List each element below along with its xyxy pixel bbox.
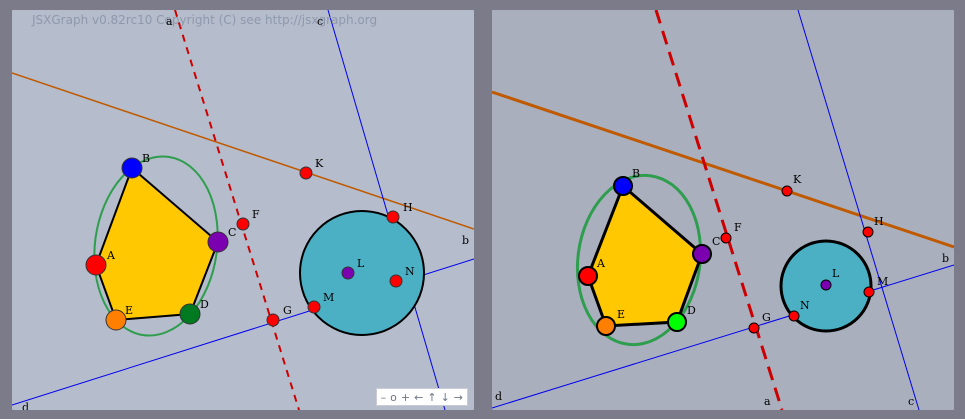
label-B: B	[142, 152, 151, 165]
point-K[interactable]	[299, 166, 313, 180]
label-K: K	[793, 173, 802, 186]
label-b: b	[462, 234, 470, 247]
line-a[interactable]	[174, 10, 300, 410]
label-a: a	[764, 395, 771, 408]
label-d: d	[495, 390, 503, 403]
left-board[interactable]: JSXGraph v0.82rc10 Copyright (C) see htt…	[12, 10, 474, 410]
label-C: C	[712, 235, 721, 248]
label-b: b	[942, 252, 950, 265]
pan-up-button[interactable]: ↑	[425, 391, 438, 404]
line-c[interactable]	[327, 10, 446, 410]
label-M: M	[323, 291, 335, 304]
label-B: B	[632, 167, 641, 180]
label-d: d	[22, 401, 30, 410]
point-B[interactable]	[121, 157, 143, 179]
point-B[interactable]	[613, 176, 633, 196]
point-A[interactable]	[578, 266, 598, 286]
point-C[interactable]	[207, 231, 229, 253]
point-G[interactable]	[748, 322, 760, 334]
label-A: A	[597, 257, 605, 270]
zoom-out-button[interactable]: –	[379, 391, 389, 404]
line-a[interactable]	[654, 10, 784, 410]
label-F: F	[252, 208, 260, 221]
label-A: A	[107, 249, 115, 262]
line-c[interactable]	[797, 10, 920, 410]
label-M: M	[877, 275, 889, 288]
label-N: N	[405, 265, 415, 278]
zoom-reset-button[interactable]: o	[388, 391, 399, 404]
label-L: L	[357, 257, 365, 270]
label-N: N	[800, 299, 810, 312]
point-D[interactable]	[667, 312, 687, 332]
label-c: c	[908, 395, 915, 408]
point-N[interactable]	[389, 274, 403, 288]
point-E[interactable]	[105, 309, 127, 331]
label-K: K	[315, 157, 324, 170]
point-E[interactable]	[596, 316, 616, 336]
point-H[interactable]	[862, 226, 874, 238]
navigation-bar: – o + ← ↑ ↓ →	[375, 388, 468, 406]
label-E: E	[617, 308, 626, 321]
label-G: G	[283, 304, 292, 317]
pan-right-button[interactable]: →	[452, 391, 465, 404]
point-C[interactable]	[692, 244, 712, 264]
label-D: D	[200, 298, 209, 311]
point-D[interactable]	[179, 303, 201, 325]
label-F: F	[734, 221, 742, 234]
point-L[interactable]	[341, 266, 355, 280]
copyright-notice: JSXGraph v0.82rc10 Copyright (C) see htt…	[32, 13, 378, 27]
label-L: L	[832, 267, 840, 280]
point-N[interactable]	[788, 310, 800, 322]
right-board[interactable]: a c b d A B C D E F G H K L M N	[492, 10, 954, 410]
point-F[interactable]	[236, 217, 250, 231]
label-G: G	[762, 311, 771, 324]
pan-down-button[interactable]: ↓	[439, 391, 452, 404]
point-M[interactable]	[863, 286, 875, 298]
label-a: a	[166, 15, 173, 28]
pentagon-polygon[interactable]	[586, 183, 704, 328]
point-G[interactable]	[266, 313, 280, 327]
label-H: H	[874, 215, 884, 228]
label-H: H	[403, 201, 413, 214]
label-c: c	[317, 15, 324, 28]
pan-left-button[interactable]: ←	[412, 391, 425, 404]
point-A[interactable]	[85, 254, 107, 276]
right-board-canvas[interactable]	[492, 10, 954, 410]
label-E: E	[125, 304, 134, 317]
label-C: C	[228, 226, 237, 239]
label-D: D	[687, 304, 696, 317]
point-L[interactable]	[820, 279, 832, 291]
zoom-in-button[interactable]: +	[399, 391, 412, 404]
point-H[interactable]	[386, 210, 400, 224]
point-M[interactable]	[307, 300, 321, 314]
point-K[interactable]	[781, 185, 793, 197]
point-F[interactable]	[720, 232, 732, 244]
